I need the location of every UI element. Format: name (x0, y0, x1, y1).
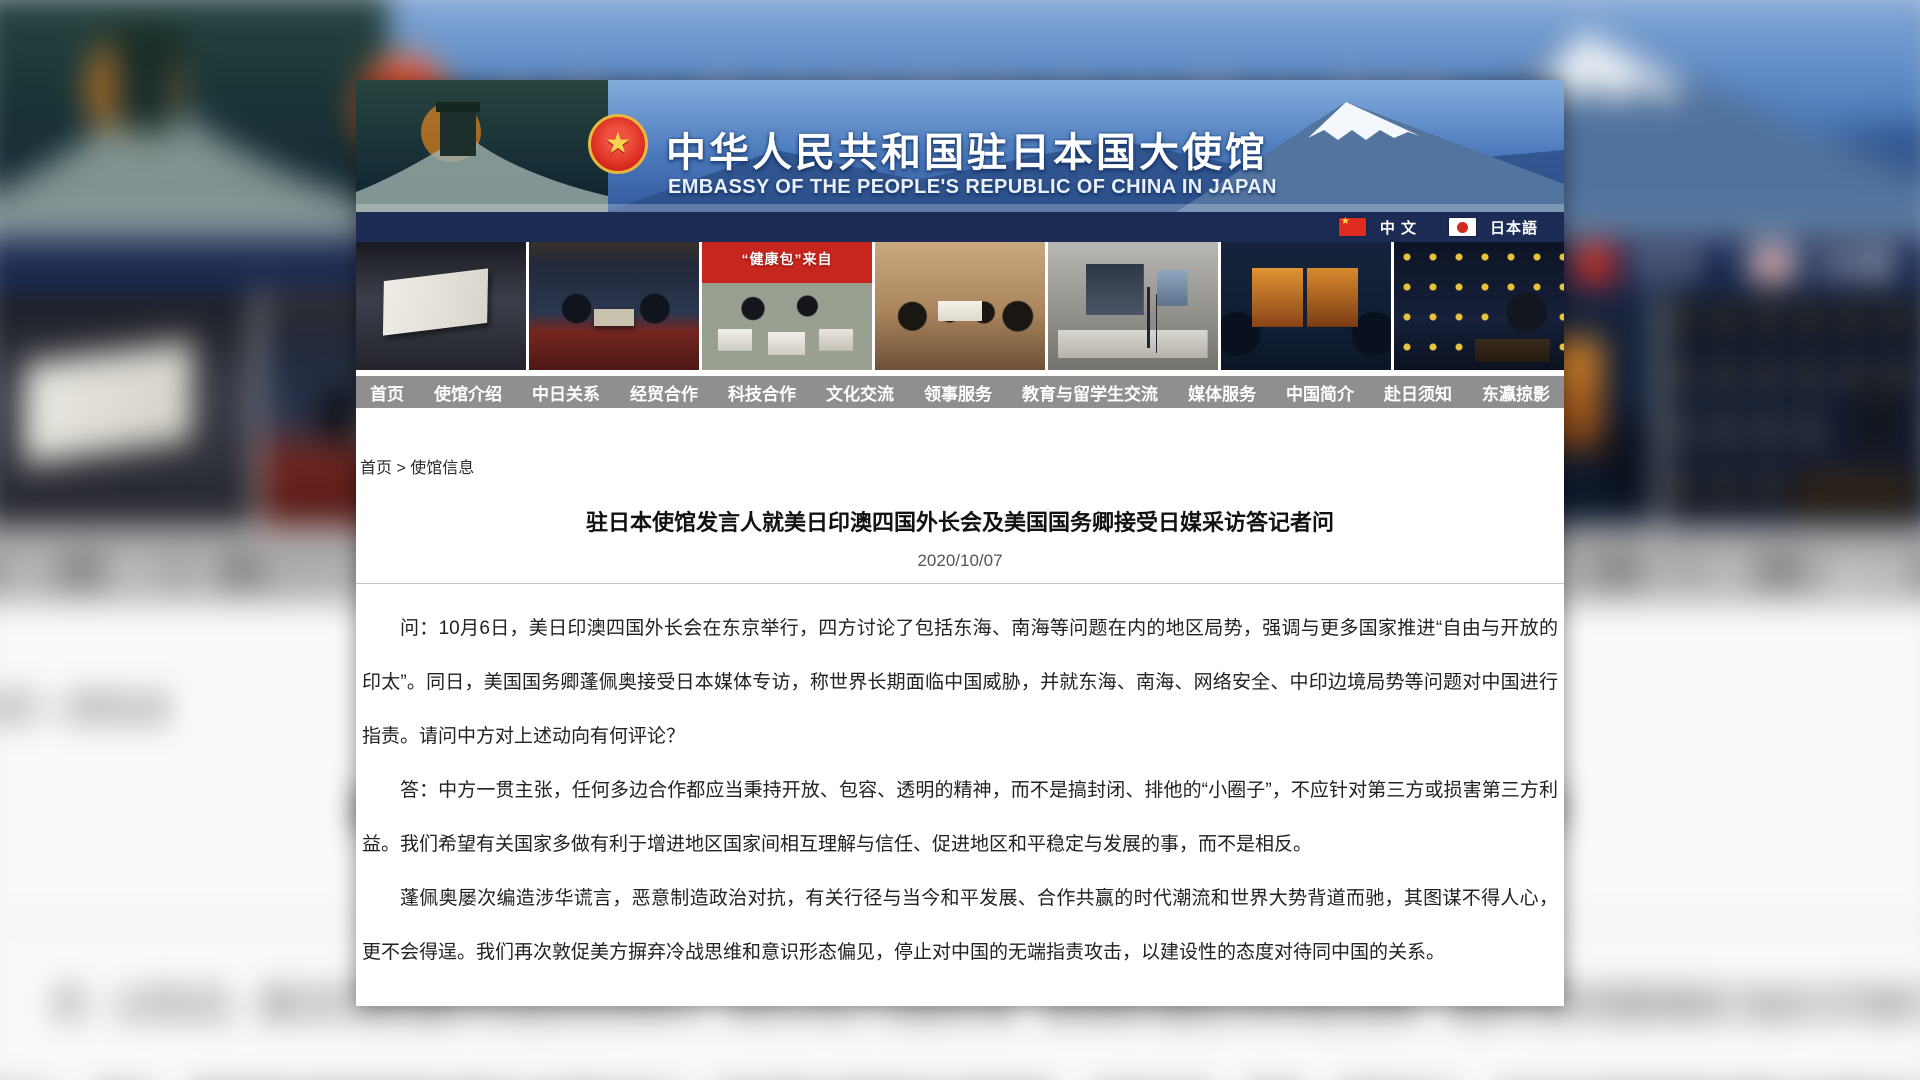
breadcrumb[interactable]: 首页 > 使馆信息 (360, 454, 1564, 478)
nav-item-home[interactable]: 首页 (370, 380, 404, 405)
embassy-title-en: EMBASSY OF THE PEOPLE'S REPUBLIC OF CHIN… (668, 176, 1277, 199)
photo-video-conference[interactable] (1048, 242, 1218, 370)
article-paragraph-question: 问：10月6日，美日印澳四国外长会在东京举行，四方讨论了包括东海、南海等问题在内… (362, 602, 1558, 764)
article-title: 驻日本使馆发言人就美日印澳四国外长会及美国国务卿接受日媒采访答记者问 (356, 505, 1564, 537)
china-flag-icon (1339, 218, 1366, 236)
nav-item-sci-tech-cooperation[interactable]: 科技合作 (728, 380, 796, 405)
article-body: 问：10月6日，美日印澳四国外长会在东京举行，四方讨论了包括东海、南海等问题在内… (362, 602, 1558, 980)
nav-item-travel-notice[interactable]: 赴日须知 (1384, 380, 1452, 405)
language-link-chinese[interactable]: 中 文 (1380, 217, 1417, 238)
nav-item-consular-services[interactable]: 领事服务 (924, 380, 992, 405)
nav-item-media-services[interactable]: 媒体服务 (1188, 380, 1256, 405)
health-kit-banner-text: “健康包”来自 (702, 249, 872, 269)
article-paragraph-closing: 蓬佩奥屡次编造涉华谎言，恶意制造政治对抗，有关行径与当今和平发展、合作共赢的时代… (362, 872, 1558, 980)
screen: ★ 中华人民共和国驻日本国大使馆 EMBASSY OF THE PEOPLE'S… (0, 0, 1920, 1080)
language-link-japanese[interactable]: 日本語 (1490, 217, 1538, 238)
photo-strip: “健康包”来自 (356, 242, 1564, 370)
photo-letter-document[interactable] (356, 242, 526, 370)
article-paragraph-answer: 答：中方一贯主张，任何多边合作都应当秉持开放、包容、透明的精神，而不是搞封闭、排… (362, 764, 1558, 872)
nav-item-cultural-exchange[interactable]: 文化交流 (826, 380, 894, 405)
photo-health-kits-donation[interactable]: “健康包”来自 (702, 242, 872, 370)
nav-item-china-japan-relations[interactable]: 中日关系 (532, 380, 600, 405)
photo-tokyo-tower-screens[interactable] (1221, 242, 1391, 370)
page-panel: ★ 中华人民共和国驻日本国大使馆 EMBASSY OF THE PEOPLE'S… (356, 80, 1564, 1006)
header-banner: ★ 中华人民共和国驻日本国大使馆 EMBASSY OF THE PEOPLE'S… (356, 80, 1564, 212)
japan-flag-icon (1449, 218, 1476, 236)
nav-item-about-china[interactable]: 中国简介 (1286, 380, 1354, 405)
divider (356, 583, 1564, 584)
nav-item-economic-cooperation[interactable]: 经贸合作 (630, 380, 698, 405)
china-national-emblem-icon: ★ (588, 114, 648, 174)
language-bar: 中 文 日本語 (356, 212, 1564, 242)
article-date: 2020/10/07 (356, 551, 1564, 571)
embassy-title-cn: 中华人民共和国驻日本国大使馆 (666, 120, 1268, 178)
nav-item-embassy-info[interactable]: 使馆介绍 (434, 380, 502, 405)
nav-item-photo-gallery[interactable]: 东瀛掠影 (1482, 380, 1550, 405)
photo-officials-meeting[interactable] (529, 242, 699, 370)
nav-item-education-students[interactable]: 教育与留学生交流 (1022, 380, 1158, 405)
photo-interview-desk[interactable] (1394, 242, 1564, 370)
nav-bar: 首页 使馆介绍 中日关系 经贸合作 科技合作 文化交流 领事服务 教育与留学生交… (356, 376, 1564, 408)
photo-certificate-group[interactable] (875, 242, 1045, 370)
